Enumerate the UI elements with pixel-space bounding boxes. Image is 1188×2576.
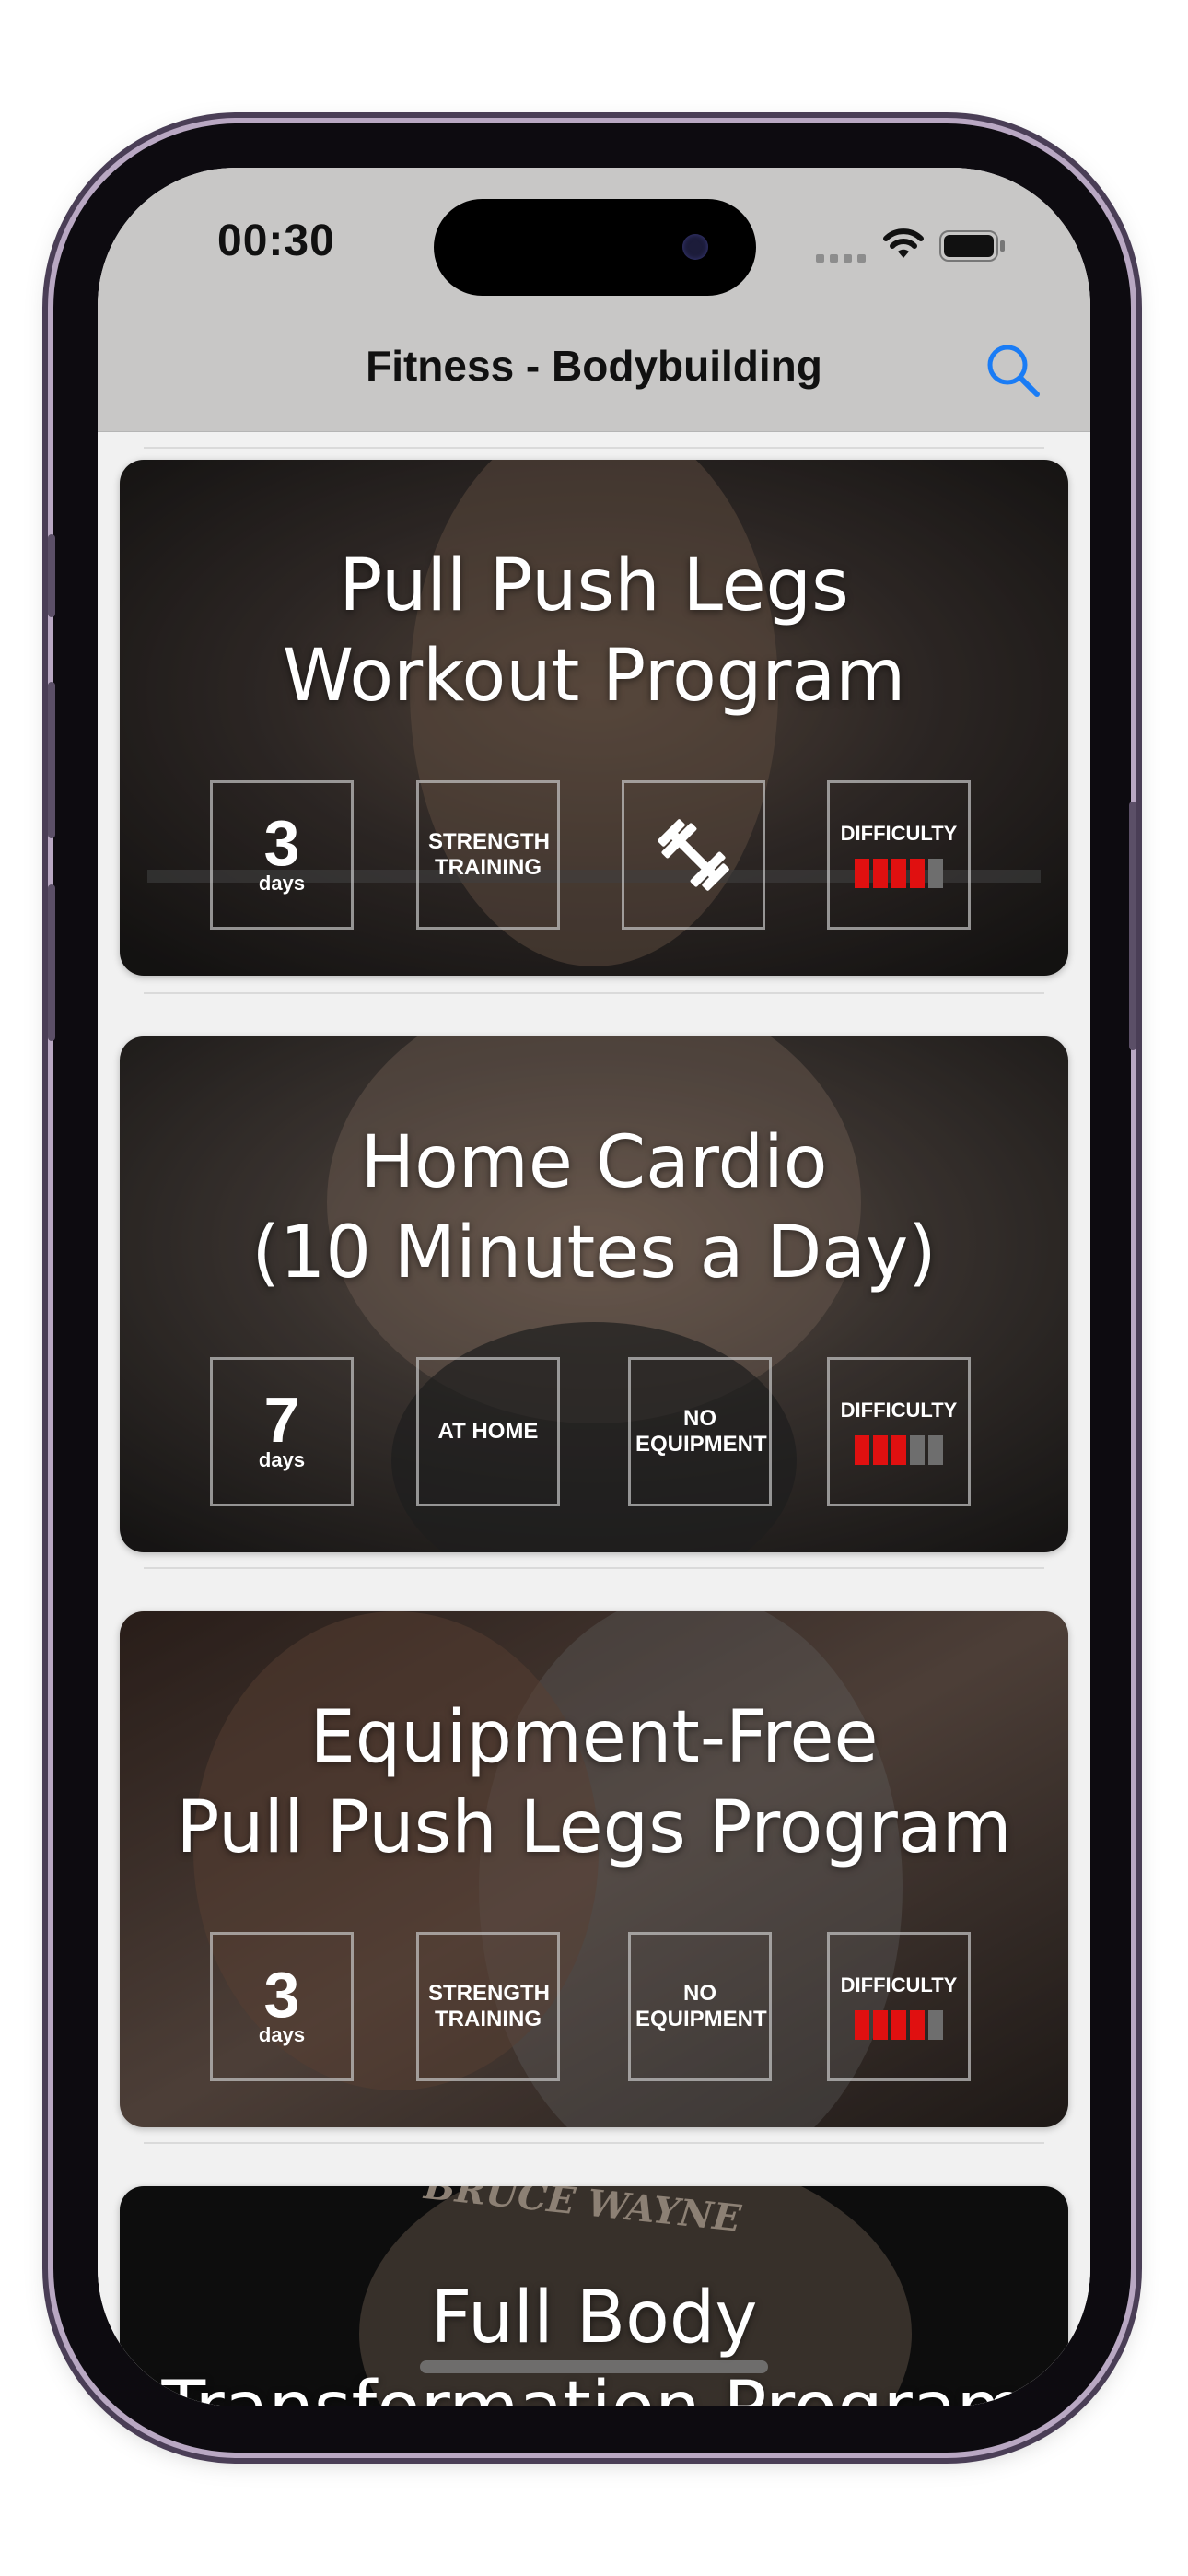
battery-icon (939, 230, 1005, 262)
program-title-line-1: Equipment-Free (309, 1696, 879, 1779)
equipment-label: NO EQUIPMENT (635, 1406, 767, 1457)
status-bar: 00:30 (98, 168, 1090, 306)
difficulty-badge: DIFFICULTY (827, 780, 971, 930)
difficulty-segment (891, 859, 906, 888)
program-title-line-1: Pull Push Legs (339, 544, 849, 627)
volume-down-button (48, 884, 55, 1041)
program-card[interactable]: Pull Push Legs Workout Program 3 days ST… (120, 460, 1068, 976)
type-label: STRENGTH TRAINING (428, 829, 550, 880)
difficulty-segment (910, 2010, 925, 2040)
program-card[interactable]: Home Cardio (10 Minutes a Day) 7 days AT… (120, 1036, 1068, 1552)
page-title: Fitness - Bodybuilding (366, 342, 822, 390)
difficulty-segment (873, 2010, 888, 2040)
type-label: STRENGTH TRAINING (428, 1981, 550, 2032)
duration-unit: days (258, 1448, 306, 1471)
program-title-line-1: Home Cardio (360, 1121, 828, 1204)
difficulty-label: DIFFICULTY (840, 1973, 958, 1996)
camera-icon (682, 234, 708, 260)
difficulty-segment (891, 2010, 906, 2040)
difficulty-segment (891, 1435, 906, 1465)
duration-number: 3 (263, 807, 300, 879)
status-time: 00:30 (217, 217, 335, 265)
duration-number: 7 (263, 1384, 300, 1456)
dumbbell-icon (658, 819, 729, 891)
program-title-line-2: (10 Minutes a Day) (251, 1212, 937, 1294)
volume-up-button (48, 682, 55, 838)
difficulty-segment (873, 1435, 888, 1465)
list-separator (144, 1567, 1044, 1569)
duration-unit: days (258, 872, 306, 895)
equipment-badge: NO EQUIPMENT (628, 1932, 772, 2081)
program-title-line-2: Workout Program (282, 635, 906, 718)
difficulty-segment (855, 859, 869, 888)
wifi-icon (883, 228, 924, 258)
type-badge: STRENGTH TRAINING (416, 780, 560, 930)
difficulty-meter (855, 859, 943, 888)
duration-number: 3 (263, 1959, 300, 2031)
navigation-bar: Fitness - Bodybuilding (98, 306, 1090, 432)
difficulty-segment (928, 1435, 943, 1465)
search-icon[interactable] (984, 341, 1042, 400)
difficulty-meter (855, 2010, 943, 2040)
program-title-line-2: Pull Push Legs Program (176, 1786, 1012, 1869)
equipment-badge (622, 780, 765, 930)
difficulty-segment (855, 1435, 869, 1465)
type-label: AT HOME (437, 1419, 539, 1444)
program-card[interactable]: Equipment-Free Pull Push Legs Program 3 … (120, 1611, 1068, 2127)
difficulty-badge: DIFFICULTY (827, 1357, 971, 1506)
list-separator (144, 447, 1044, 449)
difficulty-badge: DIFFICULTY (827, 1932, 971, 2081)
type-badge: AT HOME (416, 1357, 560, 1506)
list-separator (144, 2142, 1044, 2144)
cellular-signal-icon (816, 254, 866, 263)
home-indicator[interactable] (420, 2360, 768, 2373)
type-badge: STRENGTH TRAINING (416, 1932, 560, 2081)
screen: 00:30 Fitness - Bodybuilding Pull Push L… (98, 168, 1090, 2406)
difficulty-segment (928, 2010, 943, 2040)
dynamic-island (434, 199, 756, 296)
difficulty-segment (855, 2010, 869, 2040)
mute-switch (48, 534, 55, 617)
difficulty-segment (928, 859, 943, 888)
difficulty-label: DIFFICULTY (840, 1399, 958, 1422)
list-separator (144, 992, 1044, 994)
difficulty-meter (855, 1435, 943, 1465)
duration-badge: 3 days (210, 780, 354, 930)
duration-badge: 3 days (210, 1932, 354, 2081)
difficulty-segment (873, 859, 888, 888)
difficulty-segment (910, 1435, 925, 1465)
program-title-line-1: Full Body (430, 2277, 758, 2359)
program-list[interactable]: Pull Push Legs Workout Program 3 days ST… (98, 432, 1090, 2406)
difficulty-segment (910, 859, 925, 888)
equipment-label: NO EQUIPMENT (635, 1981, 767, 2032)
duration-badge: 7 days (210, 1357, 354, 1506)
difficulty-label: DIFFICULTY (840, 822, 958, 845)
power-button (1129, 802, 1136, 1050)
program-card[interactable]: BRUCE WAYNE Full Body Transformation Pro… (120, 2186, 1068, 2406)
equipment-badge: NO EQUIPMENT (628, 1357, 772, 1506)
duration-unit: days (258, 2023, 306, 2046)
